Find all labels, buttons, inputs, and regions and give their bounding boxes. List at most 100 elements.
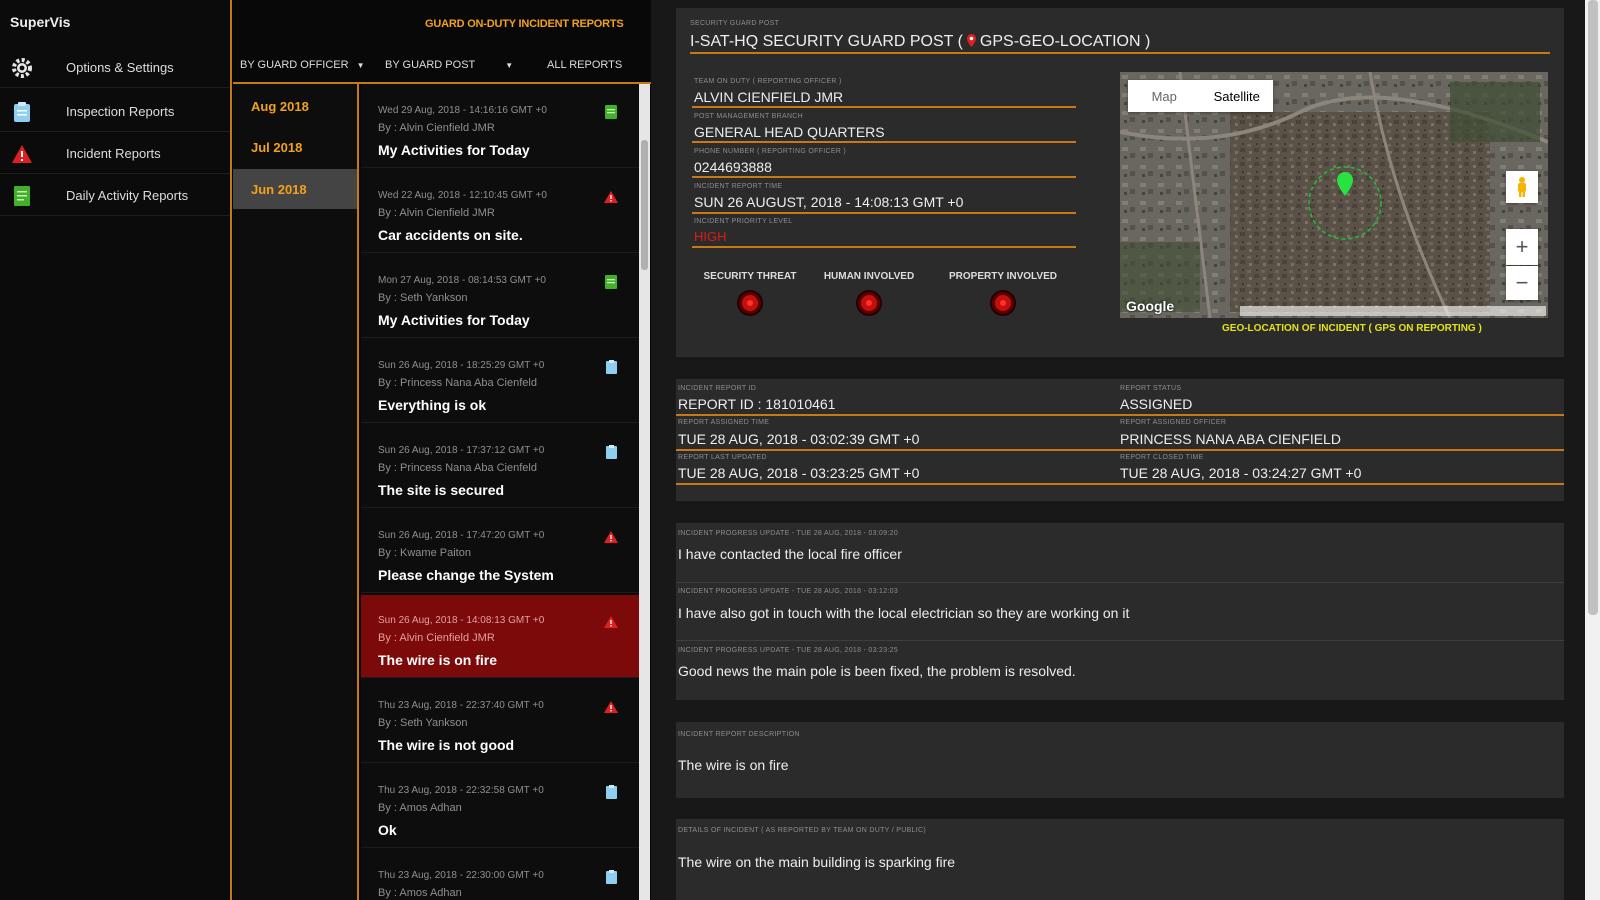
nav-label: Inspection Reports xyxy=(66,104,175,119)
priority-level: HIGH xyxy=(694,229,727,244)
field-label: PHONE NUMBER ( REPORTING OFFICER ) xyxy=(694,148,847,155)
report-title: My Activities for Today xyxy=(378,142,530,158)
post-title: I-SAT-HQ SECURITY GUARD POST (GPS-GEO-LO… xyxy=(690,33,1150,51)
nav-incident-reports[interactable]: Incident Reports xyxy=(0,134,230,174)
indicator-label: SECURITY THREAT xyxy=(703,271,797,282)
phone-number: 0244693888 xyxy=(694,159,772,175)
report-item[interactable]: Thu 23 Aug, 2018 - 22:37:40 GMT +0 By : S… xyxy=(361,680,639,763)
filter-all-reports[interactable]: ALL REPORTS xyxy=(547,59,622,71)
divider xyxy=(692,141,1076,143)
page-scroll-thumb[interactable] xyxy=(1588,0,1598,615)
field-label: POST MANAGEMENT BRANCH xyxy=(694,113,804,120)
zoom-in-button[interactable]: + xyxy=(1506,229,1538,265)
app-brand: SuperVis xyxy=(10,14,71,30)
filter-by-post[interactable]: BY GUARD POST ▼ xyxy=(385,59,513,71)
list-scroll-thumb[interactable] xyxy=(641,140,648,270)
nav-options-settings[interactable]: Options & Settings xyxy=(0,48,230,88)
divider xyxy=(676,449,1564,451)
nav-label: Incident Reports xyxy=(66,146,161,161)
divider xyxy=(692,176,1076,178)
report-author: By : Alvin Cienfield JMR xyxy=(378,122,495,134)
incident-warning-icon xyxy=(603,614,619,630)
report-title: Everything is ok xyxy=(378,397,487,413)
report-author: By : Seth Yankson xyxy=(378,717,468,729)
report-item[interactable]: Thu 23 Aug, 2018 - 22:32:58 GMT +0 By : A… xyxy=(361,765,639,848)
closed-time: TUE 28 AUG, 2018 - 03:24:27 GMT +0 xyxy=(1120,465,1362,481)
human-involved-indicator xyxy=(858,292,880,314)
field-label: REPORT ASSIGNED TIME xyxy=(678,419,770,426)
zoom-out-button[interactable]: − xyxy=(1506,266,1538,300)
filter-by-officer[interactable]: BY GUARD OFFICER ▼ xyxy=(240,59,365,71)
street-view-pegman-icon[interactable] xyxy=(1506,171,1538,203)
update-label: INCIDENT PROGRESS UPDATE - TUE 28 AUG, 2… xyxy=(678,647,899,654)
list-title: GUARD ON-DUTY INCIDENT REPORTS xyxy=(425,18,624,30)
report-author: By : Alvin Cienfield JMR xyxy=(378,207,495,219)
update-label: INCIDENT PROGRESS UPDATE - TUE 28 AUG, 2… xyxy=(678,530,899,537)
caret-down-icon: ▼ xyxy=(356,60,365,70)
report-item[interactable]: Sun 26 Aug, 2018 - 17:47:20 GMT +0 By : K… xyxy=(361,510,639,593)
nav-daily-activity-reports[interactable]: Daily Activity Reports xyxy=(0,176,230,216)
security-threat-indicator xyxy=(739,292,761,314)
report-timestamp: Sun 26 Aug, 2018 - 17:37:12 GMT +0 xyxy=(378,445,545,456)
nav-label: Daily Activity Reports xyxy=(66,188,189,203)
incident-warning-icon xyxy=(603,699,619,715)
nav-inspection-reports[interactable]: Inspection Reports xyxy=(0,92,230,132)
inspection-report-icon xyxy=(603,784,619,800)
activity-report-icon xyxy=(603,104,619,120)
report-timestamp: Sun 26 Aug, 2018 - 18:25:29 GMT +0 xyxy=(378,360,545,371)
location-pin-icon xyxy=(966,34,976,47)
inspection-report-icon xyxy=(603,869,619,885)
update-text: I have contacted the local fire officer xyxy=(678,546,902,562)
description-text: The wire is on fire xyxy=(678,757,789,773)
property-involved-indicator xyxy=(992,292,1014,314)
field-label: REPORT CLOSED TIME xyxy=(1120,454,1204,461)
divider xyxy=(692,212,1076,214)
report-item[interactable]: Sun 26 Aug, 2018 - 18:25:29 GMT +0 By : P… xyxy=(361,340,639,423)
report-author: By : Alvin Cienfield JMR xyxy=(378,632,495,644)
document-icon xyxy=(10,184,34,208)
post-label: SECURITY GUARD POST xyxy=(690,20,780,27)
google-logo: Google xyxy=(1126,298,1175,314)
report-item[interactable]: Thu 23 Aug, 2018 - 22:30:00 GMT +0 By : A… xyxy=(361,850,639,900)
month-item[interactable]: Aug 2018 xyxy=(233,86,357,126)
clipboard-icon xyxy=(10,100,34,124)
field-label: REPORT STATUS xyxy=(1120,385,1182,392)
divider xyxy=(676,483,1564,485)
report-title: Please change the System xyxy=(378,567,554,583)
report-list: Wed 29 Aug, 2018 - 14:16:16 GMT +0 By : A… xyxy=(361,84,639,900)
report-author: By : Seth Yankson xyxy=(378,292,468,304)
description-label: INCIDENT REPORT DESCRIPTION xyxy=(678,731,800,738)
indicator-label: PROPERTY INVOLVED xyxy=(949,271,1057,282)
map-tab[interactable]: Map xyxy=(1128,80,1201,112)
month-item[interactable]: Jul 2018 xyxy=(233,127,357,167)
report-timestamp: Thu 23 Aug, 2018 - 22:37:40 GMT +0 xyxy=(378,700,544,711)
report-author: By : Amos Adhan xyxy=(378,802,462,814)
satellite-tab[interactable]: Satellite xyxy=(1201,80,1274,112)
report-timestamp: Wed 22 Aug, 2018 - 12:10:45 GMT +0 xyxy=(378,190,547,201)
nav-label: Options & Settings xyxy=(66,60,174,75)
warning-icon xyxy=(10,142,34,166)
incident-report-time: SUN 26 AUGUST, 2018 - 14:08:13 GMT +0 xyxy=(694,194,964,210)
field-label: INCIDENT REPORT TIME xyxy=(694,183,783,190)
field-label: TEAM ON DUTY ( REPORTING OFFICER ) xyxy=(694,78,842,85)
activity-report-icon xyxy=(603,274,619,290)
field-label: REPORT ASSIGNED OFFICER xyxy=(1120,419,1227,426)
caret-down-icon: ▼ xyxy=(505,60,514,70)
month-item-selected[interactable]: Jun 2018 xyxy=(233,169,357,209)
update-label: INCIDENT PROGRESS UPDATE - TUE 28 AUG, 2… xyxy=(678,588,899,595)
report-author: By : Kwame Paiton xyxy=(378,547,471,559)
report-item[interactable]: Wed 29 Aug, 2018 - 14:16:16 GMT +0 By : A… xyxy=(361,85,639,168)
update-text: Good news the main pole is been fixed, t… xyxy=(678,663,1076,679)
report-item-selected[interactable]: Sun 26 Aug, 2018 - 14:08:13 GMT +0 By : A… xyxy=(361,595,639,678)
report-status: ASSIGNED xyxy=(1120,396,1193,412)
report-title: My Activities for Today xyxy=(378,312,530,328)
field-label: REPORT LAST UPDATED xyxy=(678,454,767,461)
field-label: INCIDENT REPORT ID xyxy=(678,385,757,392)
report-item[interactable]: Mon 27 Aug, 2018 - 08:14:53 GMT +0 By : S… xyxy=(361,255,639,338)
report-item[interactable]: Wed 22 Aug, 2018 - 12:10:45 GMT +0 By : A… xyxy=(361,170,639,253)
report-item[interactable]: Sun 26 Aug, 2018 - 17:37:12 GMT +0 By : P… xyxy=(361,425,639,508)
details-text: The wire on the main building is sparkin… xyxy=(678,854,956,870)
assigned-time: TUE 28 AUG, 2018 - 03:02:39 GMT +0 xyxy=(678,431,920,447)
details-label: DETAILS OF INCIDENT ( AS REPORTED BY TEA… xyxy=(678,827,926,834)
report-timestamp: Wed 29 Aug, 2018 - 14:16:16 GMT +0 xyxy=(378,105,547,116)
